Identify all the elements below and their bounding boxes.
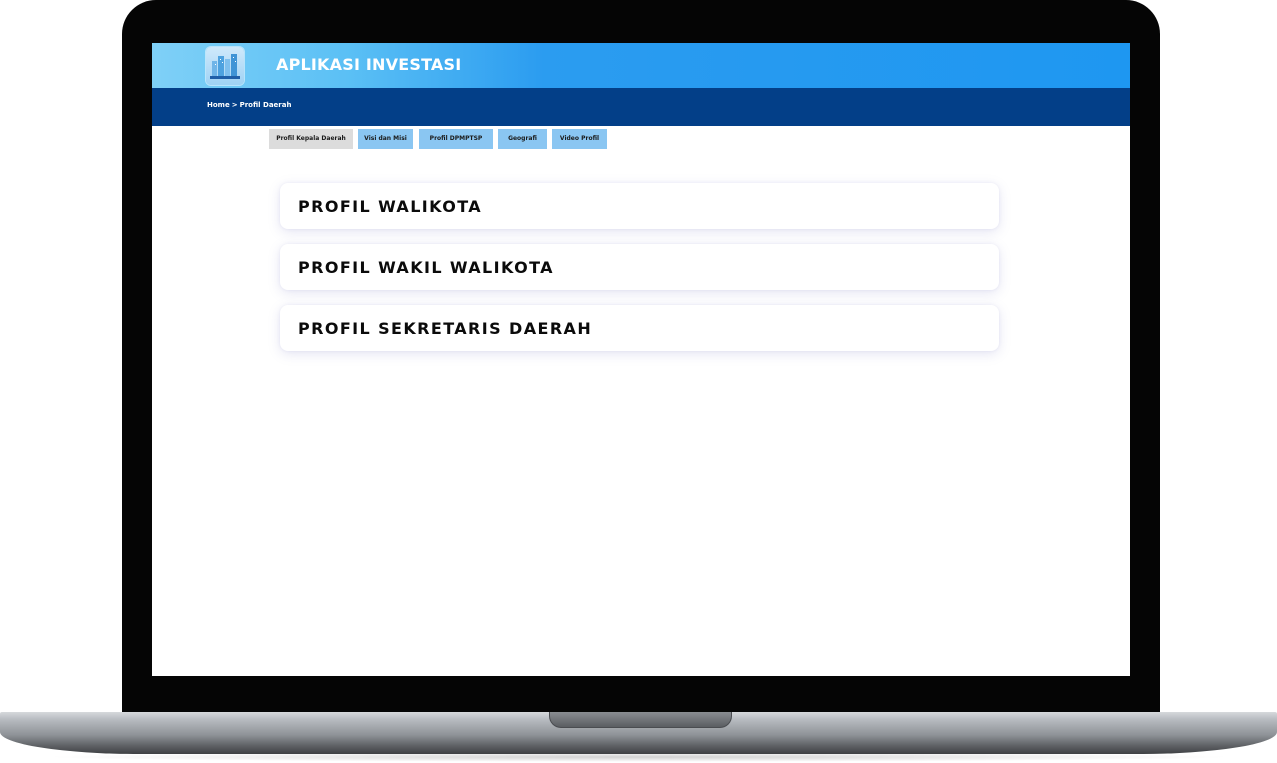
app-screen: APLIKASI INVESTASI Home > Profil Daerah Pr… [152, 43, 1130, 676]
card-profil-sekretaris-daerah[interactable]: PROFIL SEKRETARIS DAERAH [280, 305, 999, 351]
app-title: APLIKASI INVESTASI [276, 55, 462, 74]
tab-visi-dan-misi[interactable]: Visi dan Misi [358, 129, 413, 149]
laptop-notch [549, 712, 732, 728]
breadcrumb-separator: > [231, 101, 238, 109]
app-header: APLIKASI INVESTASI [152, 43, 1130, 88]
card-profil-wakil-walikota[interactable]: PROFIL WAKIL WALIKOTA [280, 244, 999, 290]
tab-profil-dpmptsp[interactable]: Profil DPMPTSP [419, 129, 493, 149]
breadcrumb-current: Profil Daerah [239, 101, 292, 109]
breadcrumb-home-link[interactable]: Home [207, 101, 230, 109]
card-title: PROFIL SEKRETARIS DAERAH [298, 319, 593, 338]
breadcrumb: Home > Profil Daerah [207, 101, 291, 109]
tab-geografi[interactable]: Geografi [498, 129, 547, 149]
laptop-mockup: APLIKASI INVESTASI Home > Profil Daerah Pr… [0, 0, 1277, 763]
tab-video-profil[interactable]: Video Profil [552, 129, 607, 149]
card-title: PROFIL WAKIL WALIKOTA [298, 258, 554, 277]
card-profil-walikota[interactable]: PROFIL WALIKOTA [280, 183, 999, 229]
city-buildings-logo-icon[interactable] [206, 47, 244, 85]
breadcrumb-bar: Home > Profil Daerah [152, 88, 1130, 126]
card-title: PROFIL WALIKOTA [298, 197, 483, 216]
tab-profil-kepala-daerah[interactable]: Profil Kepala Daerah [269, 129, 353, 149]
